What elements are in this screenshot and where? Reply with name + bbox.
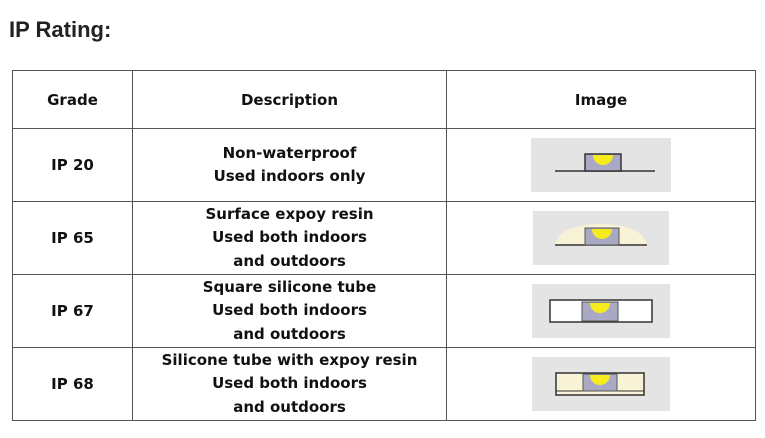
description-line: Surface expoy resin xyxy=(205,204,374,223)
ip65-resin-coated-strip-icon xyxy=(533,211,669,265)
description-line: Used both indoors xyxy=(212,228,367,247)
description-line: and outdoors xyxy=(233,251,346,270)
table-row: IP 65 Surface expoy resin Used both indo… xyxy=(12,201,756,275)
image-column-header: Image xyxy=(446,70,756,129)
description-line: Used indoors only xyxy=(213,167,366,185)
page-title: IP Rating: xyxy=(9,17,112,42)
description-cell: Square silicone tube Used both indoors a… xyxy=(132,274,447,348)
grade-cell: IP 65 xyxy=(12,201,133,275)
description-line: Used both indoors xyxy=(212,301,367,320)
description-line: and outdoors xyxy=(233,397,346,416)
table-row: IP 20 Non-waterproof Used indoors only xyxy=(12,128,756,202)
description-cell: Non-waterproof Used indoors only xyxy=(132,128,447,202)
grade-cell: IP 68 xyxy=(12,347,133,421)
ip68-tube-resin-strip-icon xyxy=(532,357,670,411)
image-cell xyxy=(446,274,756,348)
description-line: Silicone tube with expoy resin xyxy=(161,350,418,369)
image-cell xyxy=(446,347,756,421)
description-line: and outdoors xyxy=(233,324,346,343)
description-cell: Surface expoy resin Used both indoors an… xyxy=(132,201,447,275)
image-cell xyxy=(446,201,756,275)
grade-cell: IP 67 xyxy=(12,274,133,348)
image-cell xyxy=(446,128,756,202)
grade-column-header: Grade xyxy=(12,70,133,129)
description-line: Non-waterproof xyxy=(222,143,357,162)
description-line: Used both indoors xyxy=(212,374,367,393)
description-line: Square silicone tube xyxy=(202,277,377,296)
ip20-strip-icon xyxy=(531,138,671,192)
table-row: IP 67 Square silicone tube Used both ind… xyxy=(12,274,756,348)
grade-cell: IP 20 xyxy=(12,128,133,202)
description-column-header: Description xyxy=(132,70,447,129)
table-header-row: Grade Description Image xyxy=(12,70,756,129)
ip67-silicone-tube-strip-icon xyxy=(532,284,670,338)
description-cell: Silicone tube with expoy resin Used both… xyxy=(132,347,447,421)
table-row: IP 68 Silicone tube with expoy resin Use… xyxy=(12,347,756,421)
ip-rating-table: Grade Description Image IP 20 Non-waterp… xyxy=(12,70,756,421)
